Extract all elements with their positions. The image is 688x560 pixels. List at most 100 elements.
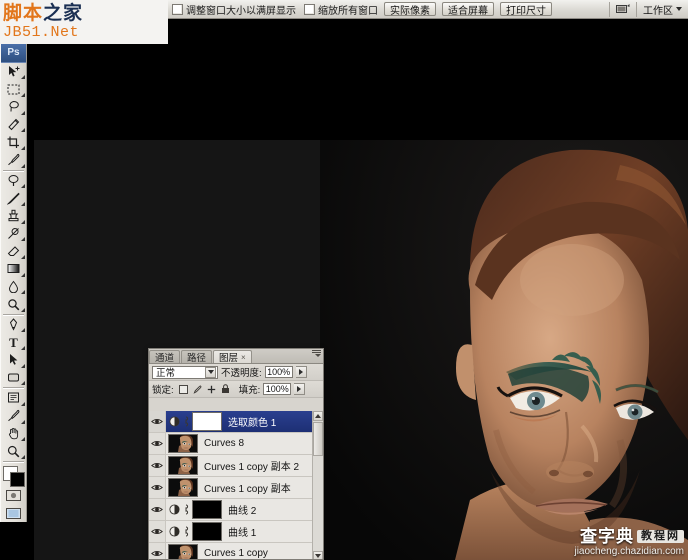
layer-visibility-eye-icon[interactable] [149, 499, 166, 520]
layer-row[interactable]: Curves 1 copy [149, 543, 323, 559]
layer-visibility-eye-icon[interactable] [149, 521, 166, 542]
tool-flyout-arrow [21, 92, 25, 97]
tool-flyout-arrow [21, 75, 25, 80]
layer-mask-thumbnail[interactable] [192, 412, 222, 431]
layer-list[interactable]: 选取颜色 1 Curves 8 Curves 1 copy 副本 2 Curves 1… [149, 411, 323, 559]
tool-flyout-arrow [21, 290, 25, 295]
layer-row[interactable]: 曲线 1 [149, 521, 323, 543]
clone-stamp-tool[interactable] [1, 207, 26, 225]
layers-scrollbar[interactable] [312, 411, 323, 559]
lock-box-glyph [178, 384, 188, 394]
marquee-tool[interactable] [1, 80, 26, 98]
layer-visibility-eye-icon[interactable] [149, 411, 166, 432]
layer-thumbnail[interactable] [168, 478, 198, 497]
print-size-button[interactable]: 打印尺寸 [500, 2, 552, 17]
background-color-swatch[interactable] [10, 472, 25, 488]
panel-menu-button[interactable] [312, 350, 321, 357]
fit-screen-button[interactable]: 适合屏幕 [442, 2, 494, 17]
lasso-tool[interactable] [1, 98, 26, 116]
layer-row[interactable]: Curves 1 copy 副本 2 [149, 455, 323, 477]
screen-mode-icon[interactable] [616, 3, 630, 15]
brush-tool[interactable] [1, 189, 26, 207]
history-brush-tool[interactable] [1, 225, 26, 243]
layer-mask-thumbnail[interactable] [192, 500, 222, 519]
layer-visibility-eye-icon[interactable] [149, 477, 166, 498]
scroll-down-button[interactable] [313, 551, 323, 559]
layer-row[interactable]: Curves 1 copy 副本 [149, 477, 323, 499]
layer-thumbnail[interactable] [168, 544, 198, 559]
toolbox-divider [3, 313, 24, 315]
layer-mask-thumbnail[interactable] [192, 522, 222, 541]
tool-flyout-arrow [21, 363, 25, 368]
layer-thumbnail[interactable] [168, 434, 198, 453]
eraser-tool[interactable] [1, 242, 26, 260]
tab-layers[interactable]: 图层 × [213, 350, 252, 364]
checkbox-box[interactable] [172, 3, 183, 15]
healing-brush-tool[interactable] [1, 172, 26, 190]
workspace-switcher[interactable]: 工作区 [643, 2, 682, 17]
crop-tool[interactable] [1, 133, 26, 151]
tool-flyout-arrow [21, 437, 25, 442]
path-selection-tool[interactable] [1, 351, 26, 369]
opacity-slider-button[interactable] [295, 366, 307, 378]
layer-mask-link-icon[interactable] [181, 526, 190, 537]
caret-glyph [298, 369, 303, 375]
lock-transparent-pixels-icon[interactable] [178, 384, 188, 394]
layer-thumbnail[interactable] [168, 456, 198, 475]
layer-visibility-eye-icon[interactable] [149, 433, 166, 454]
layer-visibility-eye-icon[interactable] [149, 543, 166, 559]
pen-tool[interactable] [1, 316, 26, 334]
shape-tool[interactable] [1, 369, 26, 387]
eyedropper2-tool[interactable] [1, 407, 26, 425]
fill-input[interactable]: 100% [263, 383, 292, 395]
chevron-down-icon[interactable] [205, 366, 216, 378]
opacity-input[interactable]: 100% [264, 366, 293, 378]
blend-mode-select[interactable]: 正常 [152, 365, 218, 379]
close-icon[interactable]: × [241, 353, 246, 362]
scrollbar-thumb[interactable] [313, 422, 323, 456]
adjustment-layer-thumbnail[interactable] [168, 416, 181, 427]
tool-flyout-arrow [21, 128, 25, 133]
fill-slider-button[interactable] [294, 383, 306, 395]
quick-selection-tool[interactable] [1, 116, 26, 134]
adjustment-layer-thumbnail[interactable] [168, 504, 181, 515]
actual-pixels-button[interactable]: 实际像素 [384, 2, 436, 17]
zoom-tool[interactable] [1, 442, 26, 460]
layer-row[interactable]: 选取颜色 1 [149, 411, 323, 433]
checkbox-box[interactable] [304, 3, 315, 15]
tool-flyout-arrow [21, 163, 25, 168]
workspace-label: 工作区 [643, 5, 673, 17]
tool-flyout-arrow [21, 402, 25, 407]
lock-position-icon[interactable] [207, 385, 216, 394]
gradient-tool[interactable] [1, 260, 26, 278]
layer-mask-link-icon[interactable] [181, 504, 190, 515]
eyedropper-tool[interactable] [1, 151, 26, 169]
tool-flyout-arrow [21, 201, 25, 206]
blur-tool[interactable] [1, 278, 26, 296]
screen-mode-icon[interactable] [1, 504, 26, 522]
move-tool[interactable] [1, 63, 26, 81]
watermark-en-line: JB51.Net [3, 23, 80, 41]
dodge-tool[interactable] [1, 295, 26, 313]
notes-tool[interactable] [1, 389, 26, 407]
lock-image-pixels-icon[interactable] [193, 384, 202, 394]
resize-windows-to-fit-checkbox[interactable]: 调整窗口大小以满屏显示 [172, 2, 296, 17]
adjustment-layer-thumbnail[interactable] [168, 526, 181, 537]
tool-flyout-arrow [21, 419, 25, 424]
layer-mask-link-icon[interactable] [181, 416, 190, 427]
scroll-up-button[interactable] [313, 411, 323, 421]
type-tool[interactable]: T [1, 333, 26, 351]
tab-paths[interactable]: 路径 [181, 350, 213, 364]
canvas[interactable] [34, 140, 688, 560]
layer-name: Curves 1 copy [204, 548, 268, 559]
layers-panel[interactable]: 通道 路径 图层 × 正常 不透明度: 100% 锁定: 填充: 100% 选取… [148, 348, 324, 560]
layer-row[interactable]: Curves 8 [149, 433, 323, 455]
hand-tool[interactable] [1, 425, 26, 443]
tab-channels[interactable]: 通道 [149, 350, 181, 364]
quick-mask-icon[interactable] [1, 487, 26, 505]
color-swatches[interactable] [1, 465, 26, 488]
layer-visibility-eye-icon[interactable] [149, 455, 166, 476]
zoom-all-windows-checkbox[interactable]: 缩放所有窗口 [304, 2, 378, 17]
lock-all-icon[interactable] [221, 384, 230, 394]
layer-row[interactable]: 曲线 2 [149, 499, 323, 521]
